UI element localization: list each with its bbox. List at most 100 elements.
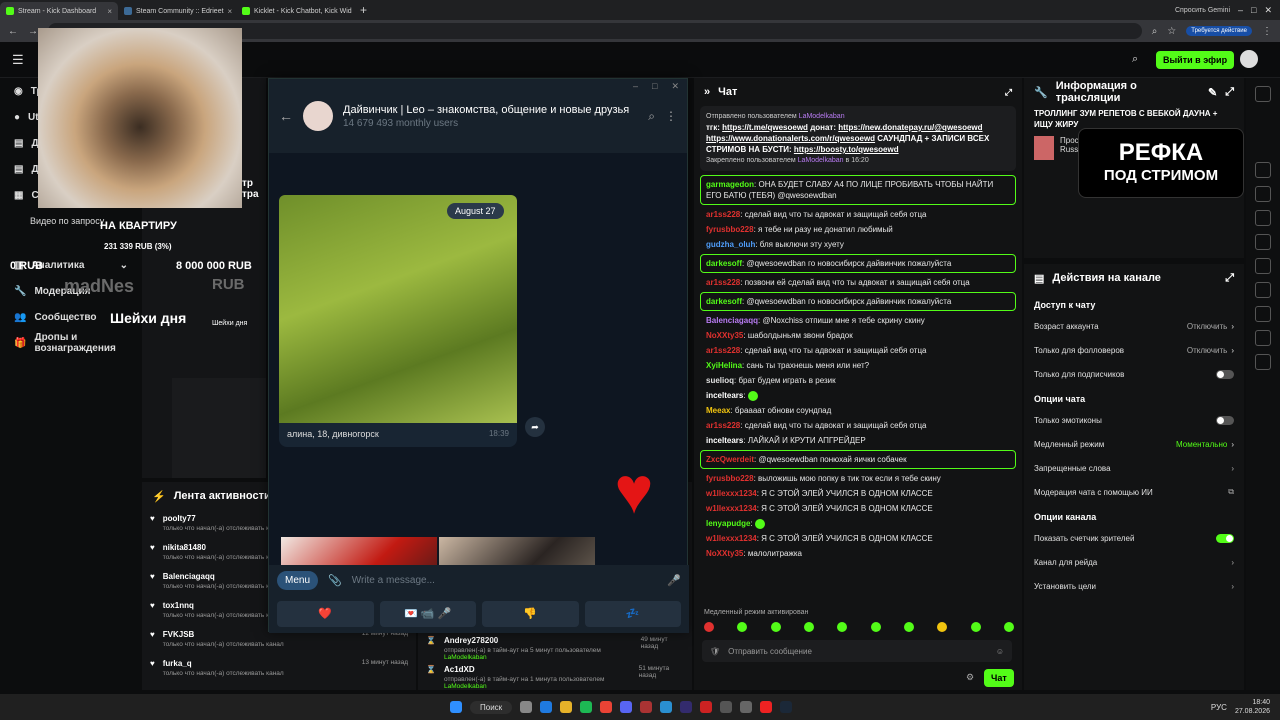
tab-kicklet[interactable]: Kicklet - Kick Chatbot, Kick Wid × bbox=[236, 2, 354, 20]
chat-username[interactable]: Balenciagaqq bbox=[706, 316, 758, 325]
maximize-icon[interactable]: □ bbox=[1251, 5, 1256, 15]
settings-icon[interactable]: ⚙ bbox=[966, 672, 974, 683]
emote-icon[interactable] bbox=[704, 622, 714, 632]
emote-icon[interactable] bbox=[737, 622, 748, 632]
activity-user[interactable]: tox1nnq bbox=[163, 601, 284, 610]
explorer-icon[interactable] bbox=[560, 701, 573, 713]
chat-username[interactable]: inceltears bbox=[706, 391, 743, 400]
discord-icon[interactable] bbox=[620, 701, 633, 713]
windows-start-icon[interactable] bbox=[450, 701, 462, 713]
emote-icon[interactable] bbox=[837, 622, 848, 632]
close-window-icon[interactable]: ✕ bbox=[1264, 5, 1272, 16]
obs-icon[interactable] bbox=[740, 701, 753, 713]
edge-icon[interactable] bbox=[540, 701, 553, 713]
layout-icon[interactable] bbox=[1255, 258, 1271, 274]
expand-icon[interactable]: ⤢ bbox=[1225, 86, 1234, 99]
chat-username[interactable]: w1llexxx1234 bbox=[706, 504, 757, 513]
mic-icon[interactable]: 🎤 bbox=[667, 574, 681, 587]
apps-icon[interactable] bbox=[1255, 354, 1271, 370]
search-icon[interactable]: ⌕ bbox=[1132, 53, 1138, 66]
activity-user[interactable]: Ac1dXD bbox=[444, 665, 631, 674]
tab-steam[interactable]: Steam Community :: Edrieet × bbox=[118, 2, 236, 20]
bookmark-icon[interactable]: ☆ bbox=[1167, 26, 1176, 37]
chevron-right-icon[interactable]: » bbox=[704, 86, 710, 98]
profile-photo-2[interactable] bbox=[281, 537, 437, 565]
banned-words-row[interactable]: Запрещенные слова › bbox=[1024, 456, 1244, 480]
app-icon[interactable] bbox=[640, 701, 653, 713]
chat-username[interactable]: lenyapudge bbox=[706, 519, 750, 528]
send-chat-button[interactable]: Чат bbox=[984, 669, 1014, 687]
nav-item-drops[interactable]: 🎁 Дропы и вознаграждения bbox=[0, 330, 140, 356]
chrome-icon[interactable] bbox=[600, 701, 613, 713]
task-view-icon[interactable] bbox=[520, 701, 533, 713]
target-icon[interactable] bbox=[1255, 282, 1271, 298]
chat-username[interactable]: w1llexxx1234 bbox=[706, 489, 757, 498]
wrench-icon[interactable] bbox=[1255, 330, 1271, 346]
tg-minimize-icon[interactable]: – bbox=[633, 81, 638, 92]
chat-username[interactable]: ar1ss228 bbox=[706, 421, 740, 430]
tab-kick-dashboard[interactable]: Stream - Kick Dashboard × bbox=[0, 2, 118, 20]
chat-username[interactable]: suelioq bbox=[706, 376, 734, 385]
account-age-row[interactable]: Возраст аккаунта Отключить › bbox=[1024, 314, 1244, 338]
chat-username[interactable]: NoXXty35 bbox=[706, 331, 743, 340]
dislike-button[interactable]: 👎 bbox=[482, 601, 579, 627]
spotify-icon[interactable] bbox=[580, 701, 593, 713]
subs-only-toggle[interactable] bbox=[1216, 369, 1234, 379]
chat-username[interactable]: ar1ss228 bbox=[706, 278, 740, 287]
like-button[interactable]: ❤️ bbox=[277, 601, 374, 627]
info-icon[interactable] bbox=[1255, 86, 1271, 102]
forward-icon[interactable]: → bbox=[28, 26, 38, 37]
clock[interactable]: 18:40 27.08.2026 bbox=[1235, 698, 1270, 716]
app-icon[interactable] bbox=[720, 701, 733, 713]
followers-only-row[interactable]: Только для фолловеров Отключить › bbox=[1024, 338, 1244, 362]
tg-close-icon[interactable]: ✕ bbox=[671, 81, 679, 92]
edit-icon[interactable]: ✎ bbox=[1208, 86, 1217, 99]
raid-channel-row[interactable]: Канал для рейда › bbox=[1024, 550, 1244, 574]
more-icon[interactable]: ⋮ bbox=[665, 109, 677, 123]
expand-icon[interactable]: ⤢ bbox=[1005, 87, 1012, 98]
gemini-button[interactable]: Спросить Gemini bbox=[1175, 7, 1230, 14]
chat-username[interactable]: garmagedon bbox=[706, 180, 754, 189]
chat-username[interactable]: w1llexxx1234 bbox=[706, 534, 757, 543]
activity-user[interactable]: poolty77 bbox=[163, 514, 284, 523]
tg-maximize-icon[interactable]: □ bbox=[652, 81, 657, 92]
menu-dots-icon[interactable]: ⋮ bbox=[1262, 26, 1272, 37]
chat-username[interactable]: darkesoff bbox=[706, 259, 742, 268]
chat-username[interactable]: ar1ss228 bbox=[706, 210, 740, 219]
chat-username[interactable]: XyiHelina bbox=[706, 361, 742, 370]
chat-username[interactable]: darkesoff bbox=[706, 297, 742, 306]
avatar[interactable] bbox=[1240, 50, 1258, 68]
go-live-button[interactable]: Выйти в эфир bbox=[1156, 51, 1235, 69]
chat-username[interactable]: gudzha_oluh bbox=[706, 240, 755, 249]
action-required-badge[interactable]: Требуется действие bbox=[1186, 26, 1252, 36]
forward-icon[interactable]: ➦ bbox=[525, 417, 545, 437]
close-icon[interactable]: × bbox=[228, 7, 233, 16]
note-icon[interactable] bbox=[1255, 306, 1271, 322]
sleep-button[interactable]: 💤 bbox=[584, 601, 681, 627]
taskbar-search[interactable]: Поиск bbox=[470, 700, 513, 714]
emote-icon[interactable] bbox=[870, 622, 881, 632]
widget-icon[interactable] bbox=[1255, 162, 1271, 178]
emote-icon[interactable] bbox=[1003, 622, 1014, 632]
close-icon[interactable]: × bbox=[107, 7, 112, 16]
chat-username[interactable]: NoXXty35 bbox=[706, 549, 743, 558]
audition-icon[interactable] bbox=[680, 701, 693, 713]
set-goals-row[interactable]: Установить цели › bbox=[1024, 574, 1244, 598]
chat-username[interactable]: inceltears bbox=[706, 436, 743, 445]
chat-username[interactable]: fyrusbbo228 bbox=[706, 474, 754, 483]
new-tab-button[interactable]: + bbox=[360, 3, 367, 17]
telegram-icon[interactable] bbox=[660, 701, 673, 713]
emote-icon[interactable] bbox=[803, 622, 814, 632]
message-button[interactable]: 💌 📹 🎤 bbox=[379, 601, 476, 627]
slow-mode-row[interactable]: Медленный режим Моментально › bbox=[1024, 432, 1244, 456]
language-indicator[interactable]: РУС bbox=[1211, 703, 1227, 712]
viewer-count-toggle[interactable] bbox=[1216, 533, 1234, 543]
attach-icon[interactable]: 📎 bbox=[328, 574, 342, 587]
profile-photo-3[interactable] bbox=[439, 537, 595, 565]
ai-moderation-row[interactable]: Модерация чата с помощью ИИ ⧉ bbox=[1024, 480, 1244, 504]
minimize-icon[interactable]: – bbox=[1238, 5, 1243, 15]
back-icon[interactable]: ← bbox=[8, 26, 18, 37]
bot-avatar[interactable] bbox=[303, 101, 333, 131]
tg-chat-title[interactable]: Дайвинчик | Leo – знакомства, общение и … bbox=[343, 104, 629, 116]
chat-input[interactable]: 🛡 Отправить сообщение ☺ bbox=[702, 640, 1012, 662]
